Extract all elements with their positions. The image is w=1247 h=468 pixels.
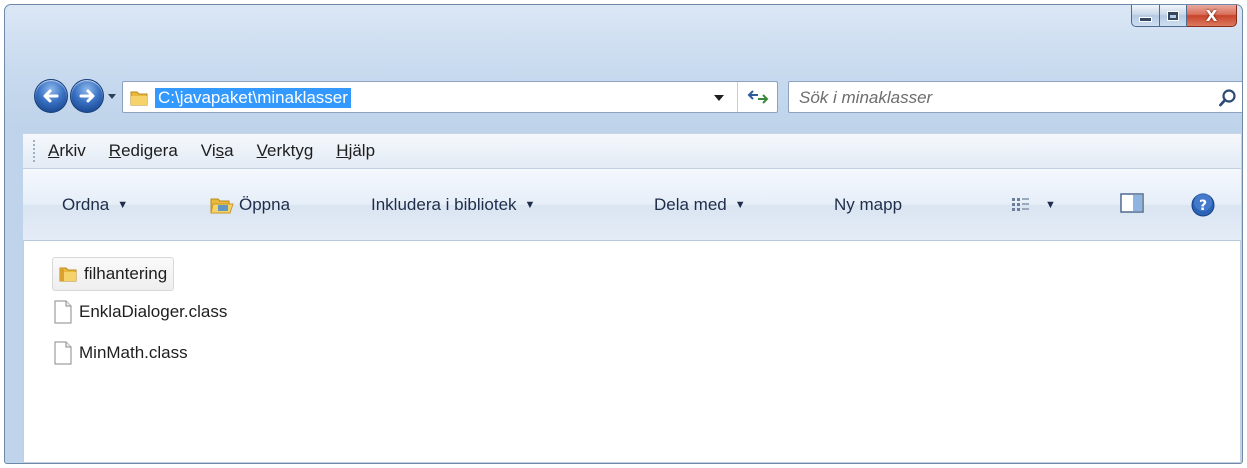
search-icon[interactable] — [1218, 88, 1238, 108]
file-name: MinMath.class — [79, 343, 188, 362]
menu-verktyg[interactable]: Verktyg — [257, 141, 314, 161]
view-icon — [1012, 198, 1029, 211]
address-separator — [737, 82, 738, 112]
minimize-button[interactable] — [1131, 5, 1160, 27]
close-icon: X — [1205, 6, 1218, 25]
back-button[interactable] — [34, 79, 68, 113]
open-button[interactable]: Öppna — [209, 193, 290, 217]
menu-hjalp[interactable]: Hjälp — [336, 141, 375, 161]
organize-button[interactable]: Ordna ▼ — [62, 193, 128, 217]
menu-redigera[interactable]: Redigera — [109, 141, 178, 161]
recent-pages-dropdown-icon[interactable] — [107, 91, 117, 101]
organize-label: Ordna — [62, 195, 110, 214]
chevron-down-icon: ▼ — [734, 199, 746, 211]
menu-grip[interactable] — [33, 140, 36, 162]
list-item[interactable]: MinMath.class — [52, 336, 188, 370]
back-arrow-icon — [43, 89, 59, 103]
maximize-button[interactable] — [1160, 5, 1187, 27]
new-folder-label: Ny mapp — [834, 195, 903, 214]
preview-pane-icon — [1120, 193, 1144, 213]
list-item[interactable]: EnklaDialoger.class — [52, 295, 227, 329]
help-button[interactable]: ? — [1191, 193, 1215, 217]
address-path[interactable]: C:\javapaket\minaklasser — [155, 88, 351, 108]
forward-arrow-icon — [79, 89, 95, 103]
preview-pane-button[interactable] — [1120, 193, 1144, 213]
close-button[interactable]: X — [1187, 5, 1237, 27]
file-name: EnklaDialoger.class — [79, 302, 228, 321]
folder-icon — [57, 264, 79, 284]
maximize-icon — [1167, 10, 1179, 21]
change-view-button[interactable]: ▼ — [1011, 193, 1056, 217]
chevron-down-icon: ▼ — [1045, 199, 1056, 211]
search-placeholder[interactable]: Sök i minaklasser — [799, 88, 932, 108]
address-dropdown-icon[interactable] — [713, 93, 725, 103]
menu-arkiv[interactable]: Arkiv — [48, 141, 86, 161]
open-folder-icon — [210, 198, 234, 214]
svg-text:?: ? — [1199, 198, 1207, 214]
refresh-button[interactable] — [745, 87, 771, 107]
chevron-down-icon: ▼ — [117, 199, 129, 211]
menu-visa[interactable]: Visa — [201, 141, 234, 161]
explorer-window: X C:\javapaket\minaklasser Sök i minakla… — [4, 4, 1243, 464]
refresh-icon — [747, 90, 769, 104]
address-bar[interactable]: C:\javapaket\minaklasser — [122, 81, 778, 113]
file-list: filhantering EnklaDialoger.class MinMath… — [23, 241, 1241, 463]
file-icon — [52, 300, 74, 324]
minimize-icon — [1139, 17, 1152, 22]
help-icon: ? — [1191, 193, 1215, 217]
caption-buttons: X — [1131, 5, 1237, 30]
list-item[interactable]: filhantering — [52, 257, 175, 291]
file-name: filhantering — [84, 264, 168, 283]
include-in-library-button[interactable]: Inkludera i bibliotek ▼ — [371, 193, 535, 217]
search-box[interactable]: Sök i minaklasser — [788, 81, 1242, 113]
menu-bar: Arkiv Redigera Visa Verktyg Hjälp — [23, 133, 1241, 169]
include-in-library-label: Inkludera i bibliotek — [371, 195, 517, 214]
navigation-bar: C:\javapaket\minaklasser Sök i minaklass… — [27, 77, 1242, 117]
file-icon — [52, 341, 74, 365]
share-with-button[interactable]: Dela med ▼ — [654, 193, 746, 217]
new-folder-button[interactable]: Ny mapp — [834, 193, 902, 217]
forward-button[interactable] — [70, 79, 104, 113]
folder-icon — [130, 91, 148, 106]
share-with-label: Dela med — [654, 195, 727, 214]
chevron-down-icon: ▼ — [524, 199, 536, 211]
command-bar: Ordna ▼ Öppna Inkludera i bibliotek ▼ De… — [23, 169, 1241, 241]
open-label: Öppna — [239, 195, 291, 214]
